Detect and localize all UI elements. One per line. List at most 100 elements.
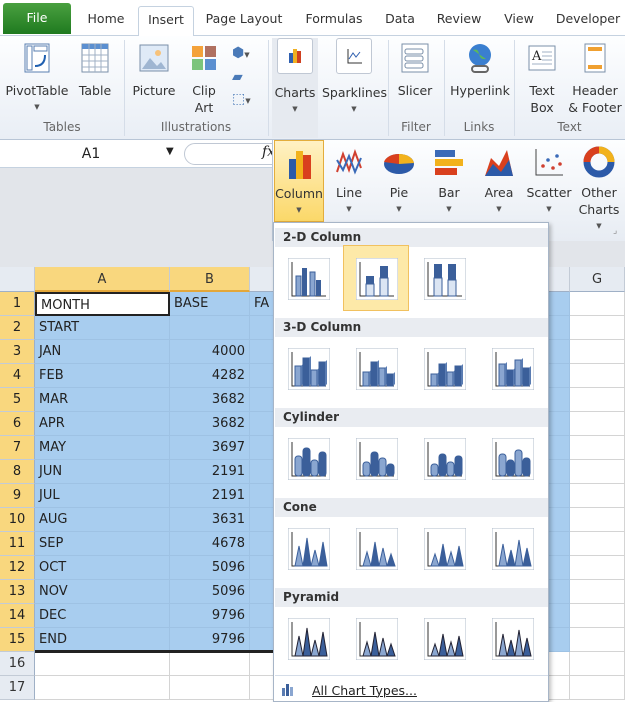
row-header[interactable]: 1 bbox=[0, 292, 35, 316]
chart-type-area-button[interactable]: Area ▼ bbox=[474, 140, 524, 222]
chart-subtype-3d-4[interactable] bbox=[487, 343, 537, 393]
hyperlink-button[interactable]: Hyperlink bbox=[448, 42, 512, 99]
cell-a[interactable]: OCT bbox=[35, 556, 170, 580]
cell-b[interactable]: 4282 bbox=[170, 364, 250, 388]
cell-g[interactable] bbox=[570, 652, 625, 676]
clipart-button[interactable]: Clip Art bbox=[184, 42, 224, 116]
cell-a[interactable]: END bbox=[35, 628, 170, 652]
tab-formulas[interactable]: Formulas bbox=[298, 6, 370, 36]
cell-b[interactable]: 4678 bbox=[170, 532, 250, 556]
cell-a[interactable] bbox=[35, 676, 170, 700]
cell-a[interactable]: START bbox=[35, 316, 170, 340]
cell-g[interactable] bbox=[570, 580, 625, 604]
all-chart-types-button[interactable]: All Chart Types... bbox=[280, 681, 417, 701]
cell-g[interactable] bbox=[570, 508, 625, 532]
cell-b[interactable]: 2191 bbox=[170, 460, 250, 484]
cell-b[interactable]: 3682 bbox=[170, 412, 250, 436]
chart-subtype-col-1[interactable] bbox=[283, 253, 333, 303]
cell-g[interactable] bbox=[570, 604, 625, 628]
cell-g[interactable] bbox=[570, 436, 625, 460]
picture-button[interactable]: Picture bbox=[130, 42, 178, 99]
cell-b[interactable]: 4000 bbox=[170, 340, 250, 364]
cell-g[interactable] bbox=[570, 292, 625, 316]
chart-subtype-cyl-4[interactable] bbox=[487, 433, 537, 483]
cell-g[interactable] bbox=[570, 316, 625, 340]
tab-view[interactable]: View bbox=[500, 6, 538, 36]
column-header-A[interactable]: A bbox=[35, 267, 170, 292]
chart-subtype-3d-1[interactable] bbox=[283, 343, 333, 393]
cell-a[interactable]: DEC bbox=[35, 604, 170, 628]
chart-subtype-3d-3[interactable] bbox=[419, 343, 469, 393]
select-all-corner[interactable] bbox=[0, 267, 35, 292]
row-header[interactable]: 15 bbox=[0, 628, 35, 652]
column-header-G[interactable]: G bbox=[570, 267, 625, 292]
column-header-B[interactable]: B bbox=[170, 267, 250, 292]
cell-a[interactable]: MONTH bbox=[35, 292, 170, 316]
chart-subtype-pyr-1[interactable] bbox=[283, 613, 333, 663]
row-header[interactable]: 11 bbox=[0, 532, 35, 556]
chart-type-scatter-button[interactable]: Scatter ▼ bbox=[524, 140, 574, 222]
sparklines-button[interactable]: Sparklines ▼ bbox=[322, 38, 387, 118]
cell-b[interactable]: 5096 bbox=[170, 556, 250, 580]
cell-g[interactable] bbox=[570, 412, 625, 436]
cell-b[interactable]: 3682 bbox=[170, 388, 250, 412]
cell-b[interactable] bbox=[170, 652, 250, 676]
chart-type-bar-button[interactable]: Bar ▼ bbox=[424, 140, 474, 222]
tab-home[interactable]: Home bbox=[78, 6, 134, 36]
cell-g[interactable] bbox=[570, 484, 625, 508]
tab-data[interactable]: Data bbox=[378, 6, 422, 36]
cell-b[interactable]: 9796 bbox=[170, 604, 250, 628]
charts-button[interactable]: Charts ▼ bbox=[272, 38, 318, 138]
cell-b[interactable]: BASE bbox=[170, 292, 250, 316]
tab-review[interactable]: Review bbox=[430, 6, 488, 36]
chart-subtype-cone-1[interactable] bbox=[283, 523, 333, 573]
textbox-button[interactable]: A Text Box bbox=[520, 42, 564, 116]
row-header[interactable]: 3 bbox=[0, 340, 35, 364]
cell-a[interactable]: JUL bbox=[35, 484, 170, 508]
dialog-launcher-icon[interactable]: ⌟ bbox=[613, 226, 617, 236]
slicer-button[interactable]: Slicer bbox=[394, 42, 436, 99]
shapes-smartart-screenshot-icons[interactable]: ⬢▼ ▰ ⬚▼ bbox=[232, 42, 251, 112]
chart-subtype-pyr-2[interactable] bbox=[351, 613, 401, 663]
row-header[interactable]: 13 bbox=[0, 580, 35, 604]
chart-subtype-pyr-3[interactable] bbox=[419, 613, 469, 663]
row-header[interactable]: 7 bbox=[0, 436, 35, 460]
pivottable-button[interactable]: PivotTable ▼ bbox=[4, 42, 70, 116]
name-box-dropdown-icon[interactable]: ▼ bbox=[166, 146, 174, 157]
cell-b[interactable]: 9796 bbox=[170, 628, 250, 652]
chart-subtype-pyr-4[interactable] bbox=[487, 613, 537, 663]
cell-a[interactable]: MAR bbox=[35, 388, 170, 412]
row-header[interactable]: 8 bbox=[0, 460, 35, 484]
chart-subtype-col-2[interactable] bbox=[343, 245, 409, 311]
formula-splitter[interactable] bbox=[184, 143, 274, 165]
row-header[interactable]: 6 bbox=[0, 412, 35, 436]
cell-g[interactable] bbox=[570, 340, 625, 364]
chart-subtype-cone-3[interactable] bbox=[419, 523, 469, 573]
row-header[interactable]: 2 bbox=[0, 316, 35, 340]
row-header[interactable]: 5 bbox=[0, 388, 35, 412]
cell-a[interactable]: JAN bbox=[35, 340, 170, 364]
cell-a[interactable]: JUN bbox=[35, 460, 170, 484]
row-header[interactable]: 12 bbox=[0, 556, 35, 580]
cell-a[interactable]: FEB bbox=[35, 364, 170, 388]
tab-page-layout[interactable]: Page Layout bbox=[200, 6, 288, 36]
chart-subtype-cone-2[interactable] bbox=[351, 523, 401, 573]
cell-b[interactable] bbox=[170, 676, 250, 700]
cell-a[interactable]: NOV bbox=[35, 580, 170, 604]
cell-g[interactable] bbox=[570, 364, 625, 388]
cell-b[interactable]: 3697 bbox=[170, 436, 250, 460]
chart-subtype-col-3[interactable] bbox=[419, 253, 469, 303]
row-header[interactable]: 10 bbox=[0, 508, 35, 532]
cell-a[interactable] bbox=[35, 652, 170, 676]
chart-type-column-button[interactable]: Column ▼ bbox=[274, 140, 324, 222]
cell-b[interactable] bbox=[170, 316, 250, 340]
table-button[interactable]: Table bbox=[74, 42, 116, 99]
cell-g[interactable] bbox=[570, 676, 625, 700]
row-header[interactable]: 17 bbox=[0, 676, 35, 700]
cell-b[interactable]: 2191 bbox=[170, 484, 250, 508]
chart-type-other-charts-button[interactable]: Other Charts ▼ bbox=[574, 140, 624, 230]
row-header[interactable]: 14 bbox=[0, 604, 35, 628]
cell-a[interactable]: MAY bbox=[35, 436, 170, 460]
cell-a[interactable]: APR bbox=[35, 412, 170, 436]
cell-g[interactable] bbox=[570, 388, 625, 412]
